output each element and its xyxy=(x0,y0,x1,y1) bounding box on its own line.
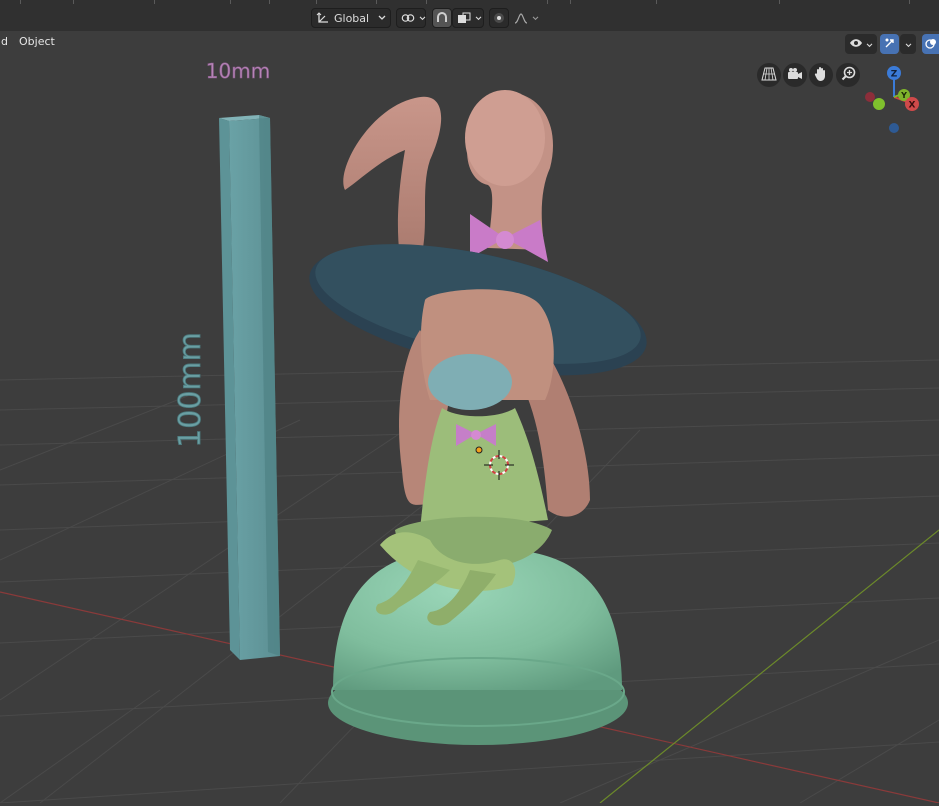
overlay-toggle-button[interactable] xyxy=(922,34,939,54)
gizmo-x-label: X xyxy=(909,101,916,111)
toggle-perspective-button[interactable] xyxy=(757,63,781,87)
grid-perspective-icon xyxy=(761,67,777,84)
viewport-scene: 10mm 100mm xyxy=(0,31,939,804)
chevron-down-icon xyxy=(419,15,426,21)
ruler-width-label: 10mm xyxy=(206,59,270,83)
face xyxy=(428,354,512,410)
navigation-gizmo[interactable]: Z Y X xyxy=(858,61,930,141)
chevron-down-icon xyxy=(475,15,482,21)
hand-pan-icon xyxy=(814,66,828,84)
ruler-height-label: 100mm xyxy=(173,332,208,448)
viewport-header: Global xyxy=(0,0,939,32)
gizmo-options-dropdown[interactable] xyxy=(900,34,916,54)
zoom-icon xyxy=(841,66,856,84)
header-separator-ticks xyxy=(20,0,910,4)
pivot-point-dropdown[interactable] xyxy=(396,8,426,28)
visibility-icon xyxy=(849,37,863,52)
proportional-editing-toggle[interactable] xyxy=(489,8,509,28)
gizmo-toggle-button[interactable] xyxy=(880,34,899,54)
pivot-point-icon xyxy=(401,12,415,24)
gizmo-neg-y[interactable] xyxy=(873,98,885,110)
transform-orientation-value: Global xyxy=(334,11,370,25)
camera-view-button[interactable] xyxy=(783,63,807,87)
snap-target-dropdown[interactable] xyxy=(452,8,484,28)
transform-orientation-dropdown[interactable]: Global xyxy=(311,8,391,28)
gizmo-toggle-icon xyxy=(884,37,896,52)
chevron-down-icon xyxy=(905,38,912,51)
object-origin-dot xyxy=(475,446,483,454)
gizmo-z-label: Z xyxy=(891,70,898,80)
snap-target-icon xyxy=(457,12,471,24)
3d-viewport[interactable]: 10mm 100mm Z Y X xyxy=(0,31,939,804)
chevron-down-icon xyxy=(378,15,386,21)
menu-partial-item[interactable]: d xyxy=(0,33,12,51)
transform-orientation-icon xyxy=(316,11,330,25)
proportional-editing-icon xyxy=(493,12,505,24)
gizmo-y-label: Y xyxy=(900,91,907,100)
zoom-view-button[interactable] xyxy=(836,63,860,87)
visibility-dropdown[interactable] xyxy=(845,34,877,54)
camera-icon xyxy=(787,67,803,84)
pan-view-button[interactable] xyxy=(809,63,833,87)
menu-object[interactable]: Object xyxy=(15,33,59,51)
snap-toggle[interactable] xyxy=(432,8,452,28)
overlay-icon xyxy=(924,37,937,52)
chevron-down-icon xyxy=(866,38,873,51)
proportional-falloff-dropdown[interactable] xyxy=(509,8,539,28)
falloff-curve-icon xyxy=(514,12,528,24)
chevron-down-icon xyxy=(532,15,539,21)
snap-icon xyxy=(436,12,448,24)
